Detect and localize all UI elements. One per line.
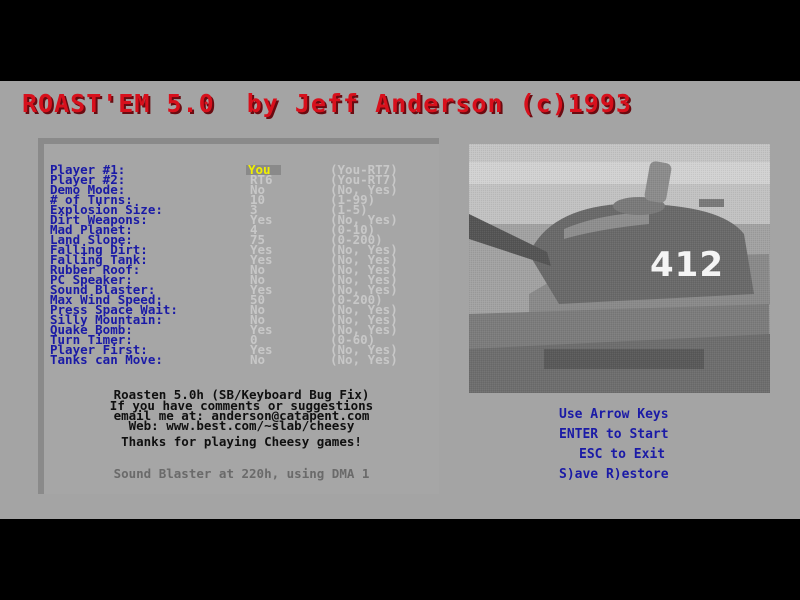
info-text: Thanks for playing Cheesy games! [121, 434, 362, 449]
hint-esc-exit[interactable]: ESC to Exit [579, 448, 665, 462]
info-text: Web: www.best.com/~slab/cheesy [128, 418, 355, 433]
hint-save-restore[interactable]: S)ave R)estore [559, 468, 669, 482]
game-title: ROAST'EM 5.0 by Jeff Anderson (c)1993 [22, 89, 632, 118]
sound-status-text: Sound Blaster at 220h, using DMA 1 [113, 466, 370, 481]
turret-number: 412 [650, 245, 724, 285]
tank-photo-svg: 412 [469, 144, 770, 393]
options-list: Player #1: You (You-RT7) Player #2: RT6 (You-… [44, 144, 439, 494]
options-panel: Player #1: You (You-RT7) Player #2: RT6 (You-… [38, 138, 439, 494]
game-screen: ROAST'EM 5.0 by Jeff Anderson (c)1993 Pl… [0, 81, 800, 519]
hint-arrow-keys: Use Arrow Keys [559, 407, 669, 422]
option-range: (No, Yes) [330, 352, 398, 367]
option-value[interactable]: No [250, 353, 265, 366]
option-label: Tanks can Move: [50, 352, 163, 367]
tank-photo: 412 [469, 144, 770, 393]
hint-enter-start[interactable]: ENTER to Start [559, 428, 669, 442]
